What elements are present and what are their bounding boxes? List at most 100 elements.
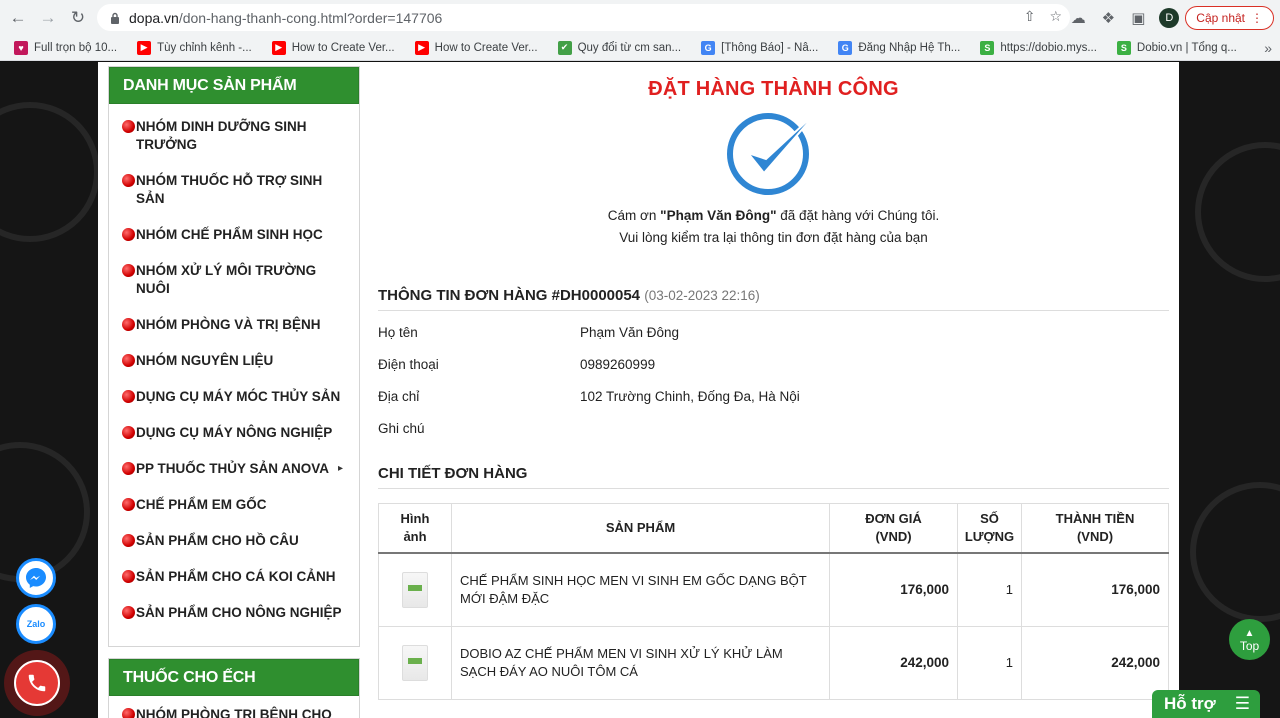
col-price: ĐƠN GIÁ (VND) bbox=[829, 503, 958, 554]
update-label: Cập nhật bbox=[1196, 10, 1245, 25]
sidebar-category-item[interactable]: SẢN PHẨM CHO NÔNG NGHIỆP bbox=[109, 604, 359, 622]
category-label: NHÓM DINH DƯỠNG SINH TRƯỞNG bbox=[136, 119, 307, 152]
info-value: 0989260999 bbox=[580, 357, 656, 372]
forward-arrow-icon[interactable]: → bbox=[33, 3, 63, 33]
sidebar-category-item[interactable]: NHÓM PHÒNG VÀ TRỊ BỆNH bbox=[109, 316, 359, 334]
bookmark-item[interactable]: G [Thông Báo] - Nâ... bbox=[697, 40, 822, 55]
lock-icon[interactable] bbox=[109, 11, 121, 25]
bookmark-item[interactable]: ▶ Tùy chỉnh kênh -... bbox=[133, 40, 256, 55]
bookmark-label: Đăng Nhập Hệ Th... bbox=[858, 41, 961, 54]
bg-pattern bbox=[1195, 142, 1280, 282]
bookmark-item[interactable]: S Dobio.vn | Tổng q... bbox=[1113, 40, 1241, 55]
red-dot-icon bbox=[122, 318, 135, 331]
back-to-top-button[interactable]: ▲ Top bbox=[1229, 619, 1270, 660]
category-label: PP THUỐC THỦY SẢN ANOVA bbox=[136, 461, 330, 476]
url-text[interactable]: dopa.vn/don-hang-thanh-cong.html?order=1… bbox=[129, 10, 442, 26]
category-list: NHÓM DINH DƯỠNG SINH TRƯỞNG NHÓM THUỐC HỖ… bbox=[109, 104, 359, 646]
update-button[interactable]: Cập nhật ⋮ bbox=[1185, 5, 1274, 30]
quantity: 1 bbox=[957, 625, 1022, 700]
messenger-icon bbox=[26, 568, 46, 588]
extension-cloud-icon[interactable]: ☁ bbox=[1063, 3, 1093, 33]
profile-avatar[interactable]: D bbox=[1159, 7, 1180, 28]
col-price-l1: ĐƠN GIÁ bbox=[865, 511, 922, 526]
order-date: (03-02-2023 22:16) bbox=[644, 288, 760, 303]
sidebar-category-item[interactable]: SẢN PHẨM CHO CÁ KOI CẢNH bbox=[109, 568, 359, 586]
sidebar-category-item[interactable]: NHÓM CHẾ PHẨM SINH HỌC bbox=[109, 226, 359, 244]
sidebar-category-item[interactable]: DỤNG CỤ MÁY MÓC THỦY SẢN bbox=[109, 388, 359, 406]
frog-category-box: THUỐC CHO ẾCH NHÓM PHÒNG TRỊ BỆNH CHO bbox=[108, 658, 360, 718]
order-number: THÔNG TIN ĐƠN HÀNG #DH0000054 bbox=[378, 287, 641, 304]
youtube-icon: ▶ bbox=[271, 40, 286, 55]
bookmark-item[interactable]: Shttps://dobio.mys... bbox=[976, 40, 1101, 55]
red-dot-icon bbox=[122, 498, 135, 511]
sidebar-category-item[interactable]: NHÓM NGUYÊN LIỆU bbox=[109, 352, 359, 370]
bookmark-label: https://dobio.mys... bbox=[1000, 41, 1097, 54]
sidepanel-icon[interactable]: ▣ bbox=[1123, 3, 1153, 33]
info-row: Ghi chú bbox=[378, 421, 1169, 453]
info-row: Địa chỉ 102 Trường Chinh, Đống Đa, Hà Nội bbox=[378, 389, 1169, 421]
messenger-button[interactable] bbox=[16, 558, 56, 598]
line-total: 242,000 bbox=[1021, 625, 1169, 700]
share-icon[interactable]: ⇧ bbox=[1024, 8, 1036, 25]
back-arrow-icon[interactable]: ← bbox=[3, 3, 33, 33]
col-qty-l1: SỐ bbox=[980, 511, 999, 526]
main-content: ĐẶT HÀNG THÀNH CÔNG Cám ơn "Phạm Văn Đôn… bbox=[378, 62, 1169, 700]
product-image-cell bbox=[378, 552, 452, 627]
call-button[interactable] bbox=[14, 660, 60, 706]
sidebar: DANH MỤC SẢN PHẨM NHÓM DINH DƯỠNG SINH T… bbox=[108, 66, 360, 718]
sidebar-category-item[interactable]: NHÓM THUỐC HỖ TRỢ SINH SẢN bbox=[109, 172, 359, 208]
order-detail-title: CHI TIẾT ĐƠN HÀNG bbox=[378, 465, 1169, 489]
info-label: Họ tên bbox=[378, 325, 418, 340]
product-image[interactable] bbox=[402, 644, 428, 681]
bookmark-item[interactable]: ♥ Full trọn bộ 10... bbox=[10, 40, 121, 55]
info-label: Ghi chú bbox=[378, 421, 425, 436]
product-name[interactable]: CHẾ PHẨM SINH HỌC MEN VI SINH EM GỐC DẠN… bbox=[451, 552, 830, 627]
col-total: THÀNH TIỀN (VND) bbox=[1021, 503, 1169, 554]
category-label: NHÓM PHÒNG TRỊ BỆNH CHO bbox=[136, 707, 332, 718]
bookmark-item[interactable]: ✔ Quy đổi từ cm san... bbox=[554, 40, 686, 55]
product-name[interactable]: DOBIO AZ CHẾ PHẨM MEN VI SINH XỬ LÝ KHỬ … bbox=[451, 625, 830, 700]
sidebar-category-item[interactable]: DỤNG CỤ MÁY NÔNG NGHIỆP bbox=[109, 424, 359, 442]
red-dot-icon bbox=[122, 354, 135, 367]
google-icon: G bbox=[838, 40, 853, 55]
product-image[interactable] bbox=[402, 571, 428, 608]
order-info: Họ tên Phạm Văn Đông Điện thoại 0989260999 Đ… bbox=[378, 325, 1169, 453]
sidebar-category-item[interactable]: NHÓM DINH DƯỠNG SINH TRƯỞNG bbox=[109, 118, 359, 154]
thanks-prefix: Cám ơn bbox=[607, 208, 661, 223]
success-check-icon bbox=[378, 107, 1169, 199]
table-row: CHẾ PHẨM SINH HỌC MEN VI SINH EM GỐC DẠN… bbox=[378, 552, 1169, 627]
url-path: /don-hang-thanh-cong.html?order=147706 bbox=[178, 9, 443, 26]
bookmark-item[interactable]: ▶ How to Create Ver... bbox=[268, 40, 399, 55]
bookmark-label: Tùy chỉnh kênh -... bbox=[157, 41, 252, 54]
bookmarks-bar: ♥ Full trọn bộ 10... ▶ Tùy chỉnh kênh -... ▶… bbox=[0, 35, 1280, 61]
red-dot-icon bbox=[122, 462, 135, 475]
customer-name: "Phạm Văn Đông" bbox=[660, 208, 777, 223]
col-product: SẢN PHẨM bbox=[451, 503, 830, 554]
reload-icon[interactable]: ↻ bbox=[63, 3, 93, 33]
youtube-icon: ▶ bbox=[137, 40, 152, 55]
sidebar-category-item[interactable]: NHÓM PHÒNG TRỊ BỆNH CHO bbox=[109, 706, 359, 718]
red-dot-icon bbox=[122, 174, 135, 187]
support-chat-button[interactable]: Hỗ trợ ☰ bbox=[1152, 690, 1260, 718]
star-icon[interactable]: ☆ bbox=[1049, 8, 1062, 25]
sidebar-category-item[interactable]: SẢN PHẨM CHO HỒ CÂU bbox=[109, 532, 359, 550]
bg-pattern bbox=[1190, 482, 1280, 622]
unit-price: 242,000 bbox=[829, 625, 958, 700]
category-label: NHÓM NGUYÊN LIỆU bbox=[136, 353, 274, 368]
bookmark-item[interactable]: ▶ How to Create Ver... bbox=[411, 40, 542, 55]
table-header-row: Hình ảnh SẢN PHẨM ĐƠN GIÁ (VND) SỐ LƯỢNG TH… bbox=[378, 503, 1169, 554]
sidebar-category-item[interactable]: PP THUỐC THỦY SẢN ANOVA ▸ bbox=[109, 460, 359, 478]
col-qty-l2: LƯỢNG bbox=[964, 529, 1015, 544]
address-bar[interactable]: dopa.vn/don-hang-thanh-cong.html?order=1… bbox=[97, 4, 1070, 31]
bookmark-label: [Thông Báo] - Nâ... bbox=[721, 41, 819, 54]
red-dot-icon bbox=[122, 534, 135, 547]
thanks-suffix: đã đặt hàng với Chúng tôi. bbox=[776, 208, 940, 223]
col-total-l2: (VND) bbox=[1076, 529, 1114, 544]
zalo-button[interactable]: Zalo bbox=[16, 604, 56, 644]
sidebar-category-item[interactable]: NHÓM XỬ LÝ MÔI TRƯỜNG NUÔI bbox=[109, 262, 359, 298]
chevron-right-icon: ▸ bbox=[337, 463, 343, 474]
sidebar-category-item[interactable]: CHẾ PHẨM EM GỐC bbox=[109, 496, 359, 514]
bookmark-item[interactable]: G Đăng Nhập Hệ Th... bbox=[834, 40, 964, 55]
puzzle-icon[interactable]: ❖ bbox=[1093, 3, 1123, 33]
bookmarks-overflow-icon[interactable]: » bbox=[1264, 40, 1272, 56]
